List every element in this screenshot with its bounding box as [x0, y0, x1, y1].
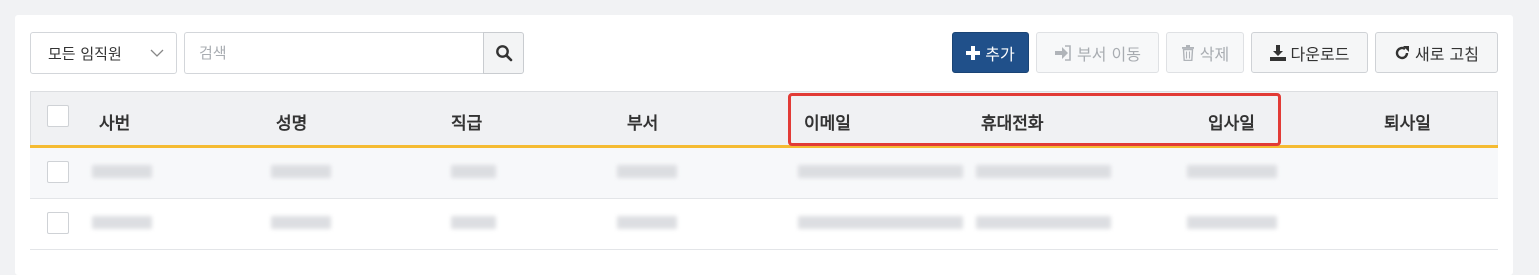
redacted-employee-id	[92, 216, 152, 229]
add-button-label: 추가	[985, 44, 1015, 64]
redacted-mobile	[976, 216, 1111, 229]
refresh-button-label: 새로 고침	[1415, 44, 1479, 64]
search-input[interactable]	[184, 32, 484, 74]
redacted-employee-id	[92, 165, 152, 178]
table-row[interactable]	[30, 199, 1498, 250]
select-all-checkbox[interactable]	[47, 105, 69, 127]
delete-button[interactable]: 삭제	[1166, 32, 1244, 73]
plus-icon	[966, 45, 981, 60]
search-button[interactable]	[483, 32, 524, 74]
column-header-position[interactable]: 직급	[451, 109, 482, 134]
chevron-down-icon	[150, 49, 164, 57]
download-button[interactable]: 다운로드	[1251, 32, 1368, 73]
refresh-icon	[1395, 45, 1410, 59]
search-icon	[495, 45, 512, 62]
redacted-email	[798, 216, 963, 229]
redacted-name	[271, 216, 331, 229]
table-row[interactable]	[30, 148, 1498, 199]
redacted-mobile	[976, 165, 1111, 178]
column-header-resignation-date[interactable]: 퇴사일	[1384, 109, 1431, 134]
download-button-label: 다운로드	[1290, 44, 1350, 64]
move-department-label: 부서 이동	[1077, 44, 1141, 64]
sign-in-icon	[1055, 44, 1071, 61]
column-header-department[interactable]: 부서	[627, 109, 658, 134]
row-checkbox[interactable]	[47, 161, 69, 183]
redacted-department	[617, 216, 677, 229]
move-department-button[interactable]: 부서 이동	[1036, 32, 1159, 73]
employee-panel: 모든 임직원 추가 부서 이동 삭제	[15, 15, 1513, 275]
column-header-name[interactable]: 성명	[276, 109, 307, 134]
delete-button-label: 삭제	[1199, 44, 1230, 64]
refresh-button[interactable]: 새로 고침	[1375, 32, 1498, 73]
employee-filter-value: 모든 임직원	[48, 44, 122, 63]
redacted-department	[617, 165, 677, 178]
download-icon	[1269, 44, 1286, 61]
highlight-box	[788, 93, 1281, 146]
column-header-employee-id[interactable]: 사번	[99, 109, 130, 134]
redacted-hire-date	[1187, 165, 1277, 178]
add-button[interactable]: 추가	[952, 32, 1029, 73]
redacted-position	[451, 165, 496, 178]
redacted-name	[271, 165, 331, 178]
redacted-email	[798, 165, 963, 178]
trash-icon	[1181, 44, 1194, 61]
employee-filter-select[interactable]: 모든 임직원	[30, 32, 177, 74]
redacted-position	[451, 216, 496, 229]
redacted-hire-date	[1187, 216, 1277, 229]
row-checkbox[interactable]	[47, 212, 69, 234]
